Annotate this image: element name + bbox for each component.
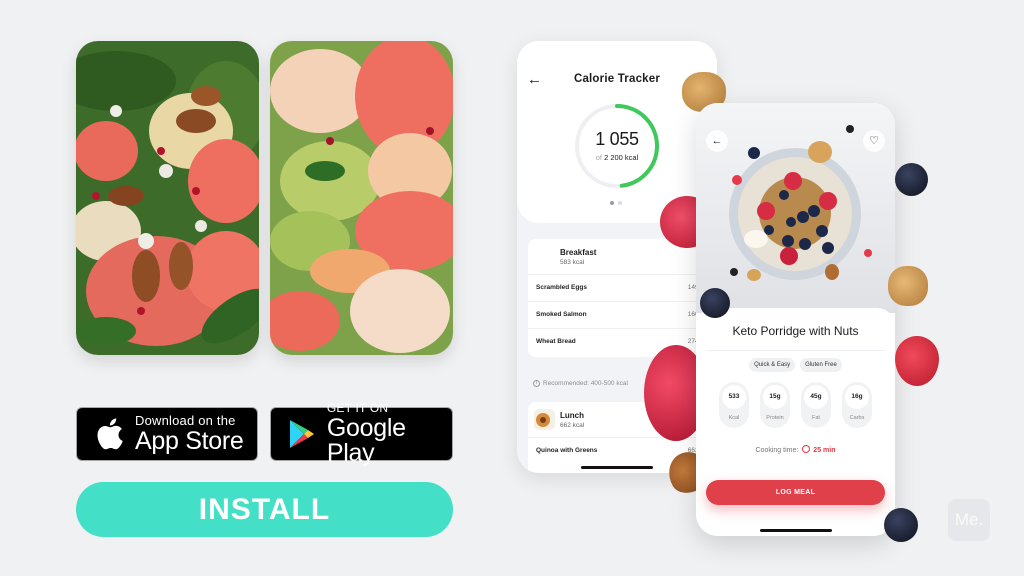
salad-photo-pecan [76,41,259,355]
nutrient-carbs: 16g Carbs [842,382,872,428]
blueberry-decoration [895,163,928,196]
google-play-badge[interactable]: GET IT ON Google Play [270,402,453,466]
home-indicator[interactable] [760,529,832,532]
recommendation-note: i Recommended: 400-500 kcal [533,380,628,387]
food-name: Scrambled Eggs [536,284,587,291]
google-play-big-text: Google Play [326,414,406,467]
food-name: Wheat Bread [536,338,576,345]
goal-value: 2 200 kcal [604,153,639,162]
blueberry-decoration [884,508,918,542]
nutrient-label: Kcal [728,415,740,421]
of-label: of [595,153,602,162]
walnut-decoration [888,266,928,306]
install-button[interactable]: INSTALL [76,482,453,537]
page-dot[interactable] [618,201,622,205]
cooking-time-label: Cooking time: [755,447,799,454]
food-row[interactable]: Smoked Salmon 160 kcal [528,302,712,329]
nutrient-protein: 15g Protein [760,382,790,428]
nutrient-value: 15g [763,385,787,409]
cooking-time: Cooking time: 25 min [696,445,895,454]
nutrient-value: 533 [722,385,746,409]
tag[interactable]: Gluten Free [800,358,842,372]
nutrient-kcal: 533 Kcal [719,382,749,428]
strawberry-decoration [895,336,939,386]
google-play-small-text: GET IT ON [326,401,389,415]
food-row[interactable]: Scrambled Eggs 149 kcal [528,275,712,302]
nutrient-label: Carbs [849,415,865,421]
nutrient-list: 533 Kcal 15g Protein 45g Fat 16g Carbs [719,382,872,428]
recipe-tags: Quick & Easy Gluten Free [696,358,895,372]
heart-icon[interactable]: ♡ [863,130,885,152]
home-indicator[interactable] [581,466,653,469]
app-store-small-text: Download on the [135,413,236,428]
nutrient-label: Fat [812,415,820,421]
info-icon: i [533,380,540,387]
clock-icon [802,445,811,453]
apple-icon [91,416,127,452]
calorie-goal: of 2 200 kcal [572,153,662,162]
cooking-time-value: 25 min [813,447,836,454]
google-play-icon [285,416,319,452]
watermark-logo: Me. [948,499,990,541]
app-store-badge[interactable]: Download on the App Store [76,407,258,461]
divider [706,350,885,351]
meal-kcal: 662 kcal [560,422,585,429]
page-dot-active[interactable] [610,201,614,205]
salad-photo-shrimp [270,41,453,355]
food-name: Quinoa with Greens [536,447,598,454]
breakfast-card[interactable]: Breakfast 583 kcal + Scrambled Eggs 149 … [528,239,712,357]
log-meal-button[interactable]: LOG MEAL [706,480,885,505]
recommendation-text: Recommended: 400-500 kcal [543,380,628,387]
recipe-title: Keto Porridge with Nuts [732,324,859,338]
page-indicator[interactable] [610,201,622,205]
recipe-detail-screen: ← ♡ Keto Porridge with Nuts Quick & Easy… [696,103,895,536]
lunch-thumbnail [534,409,555,430]
recipe-details-sheet: Keto Porridge with Nuts Quick & Easy Glu… [696,308,895,536]
nutrient-label: Protein [766,415,784,421]
meal-kcal: 583 kcal [560,259,585,266]
blueberry-decoration [700,288,730,318]
tag[interactable]: Quick & Easy [749,358,796,372]
meal-name: Breakfast [560,248,597,257]
nutrient-value: 16g [845,385,869,409]
recipe-hero-image: ← ♡ [696,103,895,313]
back-arrow-icon[interactable]: ← [706,130,728,152]
app-store-big-text: App Store [135,427,244,455]
nutrient-value: 45g [804,385,828,409]
food-name: Smoked Salmon [536,311,587,318]
calories-consumed: 1 055 [595,129,639,149]
meal-name: Lunch [560,411,584,420]
nutrient-fat: 45g Fat [801,382,831,428]
